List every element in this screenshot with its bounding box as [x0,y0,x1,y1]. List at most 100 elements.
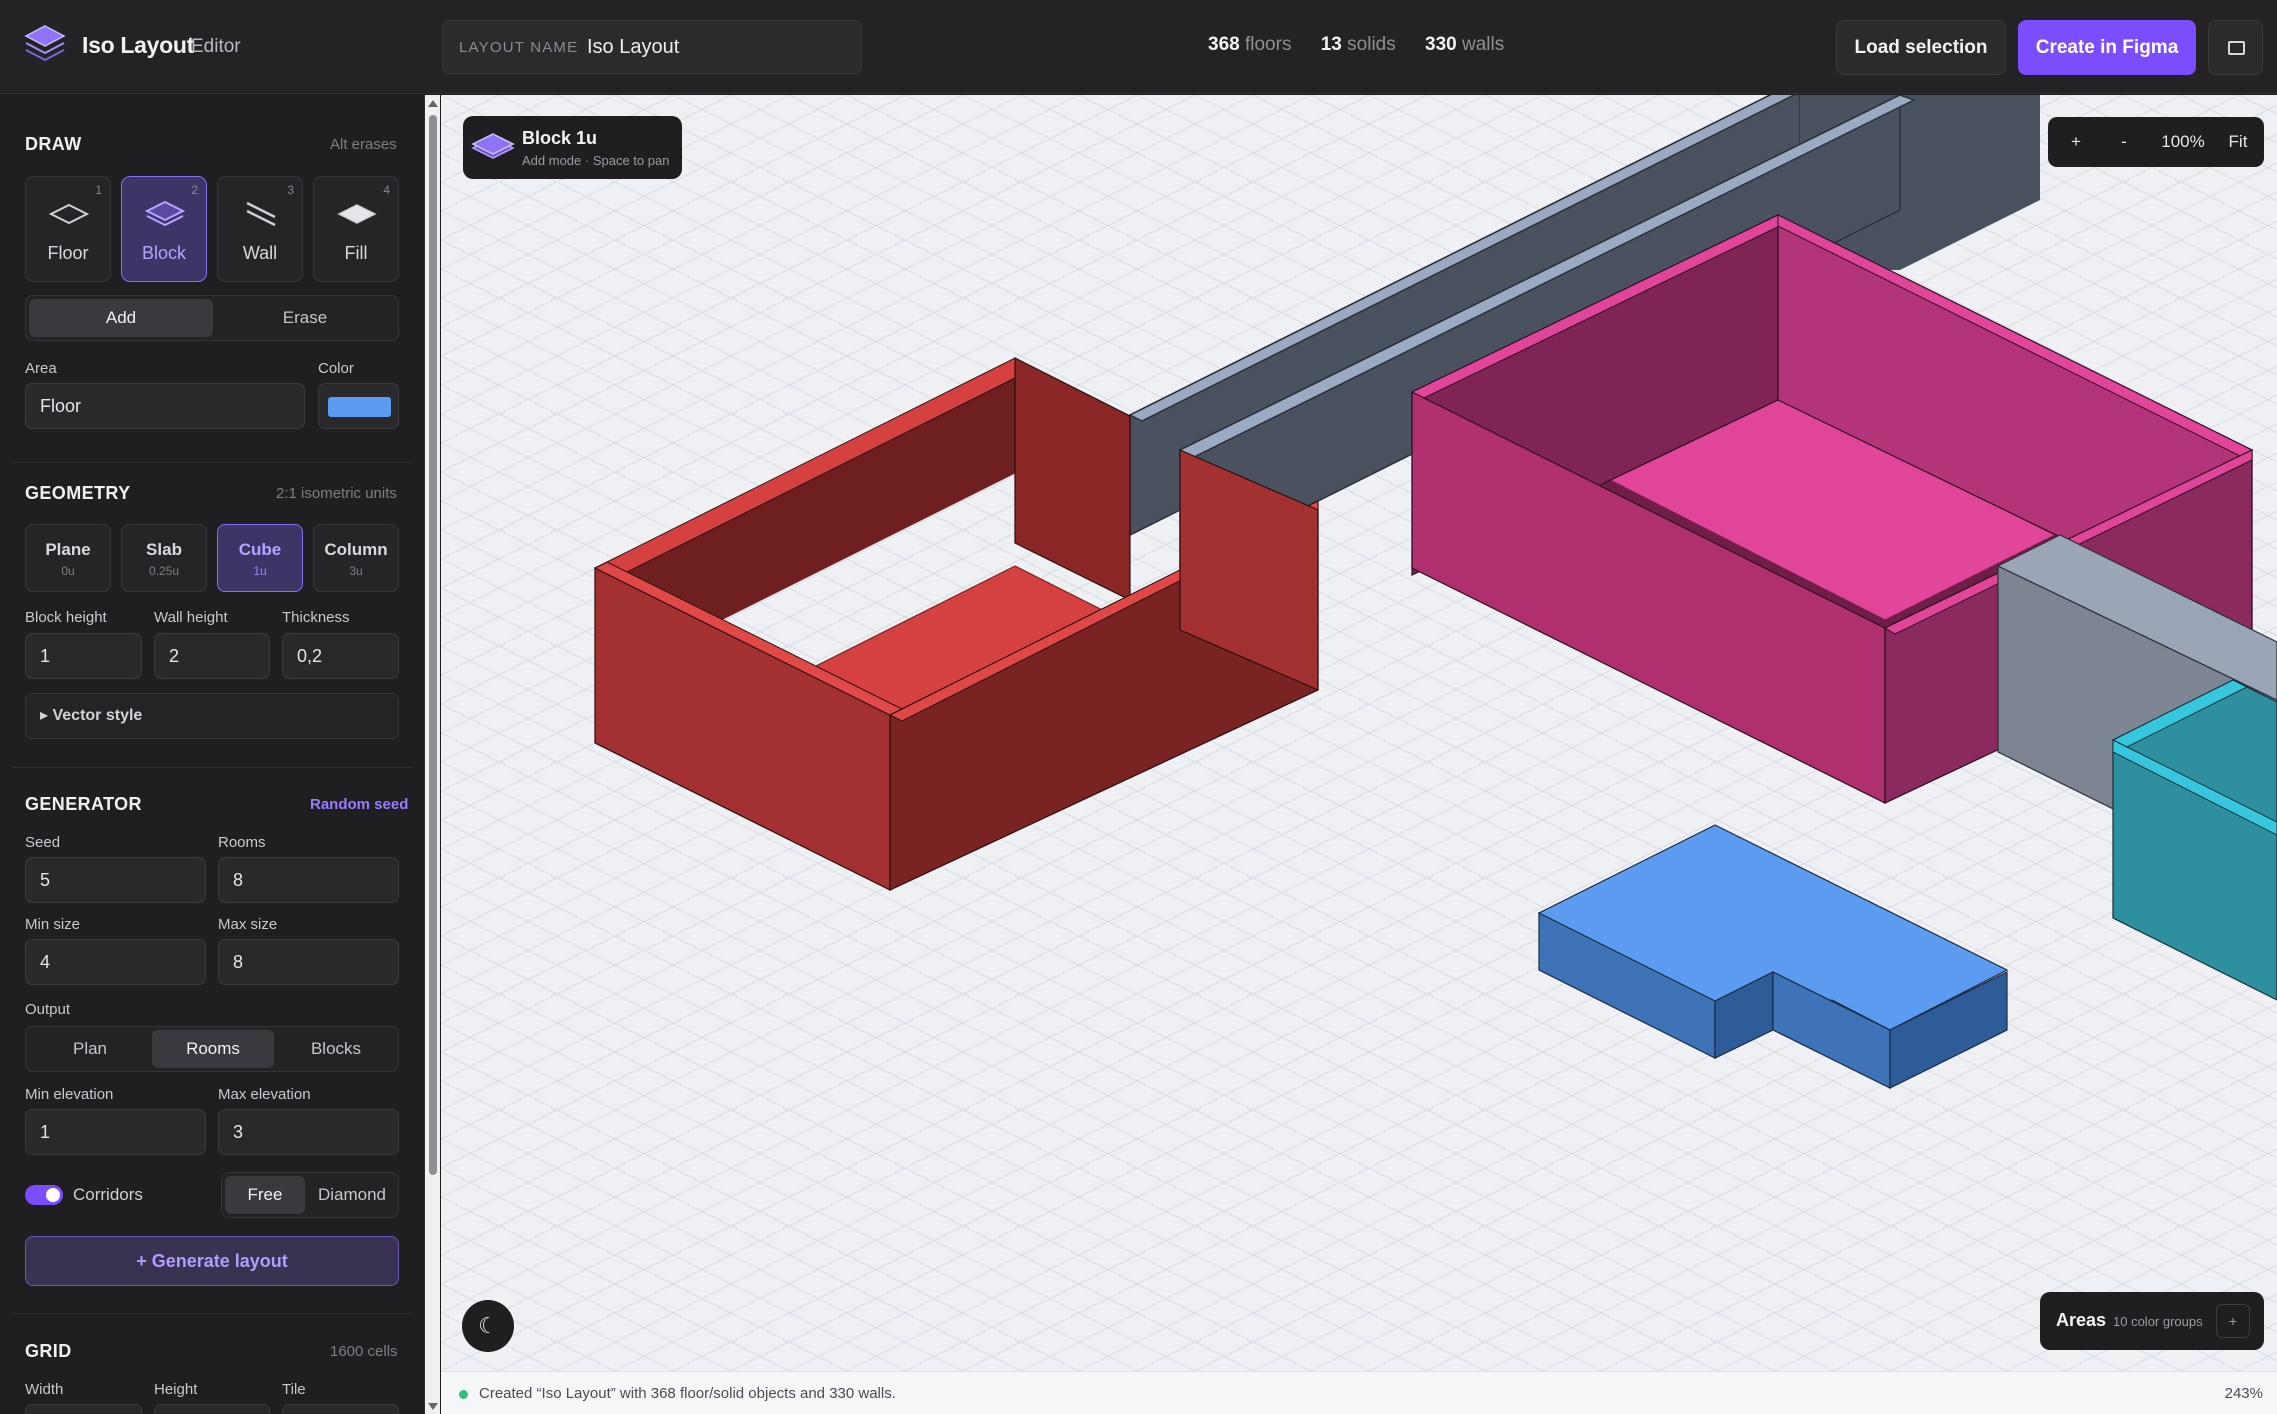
corridors-label: Corridors [73,1185,143,1204]
color-picker[interactable] [318,383,399,429]
layout-name-label: LAYOUT NAME [459,39,579,56]
area-select[interactable]: Floor [25,383,305,429]
zoom-in-button[interactable]: + [2058,117,2094,167]
block-height-input[interactable]: 1 [25,633,142,679]
block-icon [471,133,515,159]
geo-column[interactable]: Column 3u [313,524,399,592]
tool-wall-shortcut: 3 [287,183,294,197]
layout-name-input[interactable]: Iso Layout [587,36,679,59]
output-label: Output [25,1001,71,1018]
tool-fill-label: Fill [344,243,368,263]
min-elevation-label: Min elevation [25,1086,114,1103]
top-bar: Iso Layout Editor LAYOUT NAME Iso Layout… [0,0,2277,94]
tool-wall[interactable]: 3 Wall [217,176,303,282]
rooms-label: Rooms [218,834,266,851]
areas-panel[interactable]: Areas 10 color groups + [2040,1292,2264,1350]
corridor-mode-toggle: Free Diamond [221,1172,399,1218]
floor-icon [49,203,89,225]
output-toggle: Plan Rooms Blocks [25,1026,399,1072]
divider [12,767,413,768]
layout-name-field[interactable]: LAYOUT NAME Iso Layout [442,20,862,74]
random-seed-link[interactable]: Random seed [310,796,408,813]
corridor-free[interactable]: Free [225,1176,305,1214]
scroll-up-arrow[interactable] [428,100,438,107]
grid-title: GRID [25,1341,72,1361]
wall-height-input[interactable]: 2 [154,633,270,679]
grid-width-input[interactable] [25,1404,142,1414]
status-indicator [459,1390,468,1399]
draw-hint: Alt erases [330,136,397,153]
badge-title: Block 1u [522,128,598,148]
mode-add[interactable]: Add [29,299,213,337]
grid-tile-input[interactable] [282,1404,399,1414]
stat-walls: 330 walls [1425,34,1505,55]
generate-layout-button[interactable]: + Generate layout [25,1236,399,1286]
geometry-hint: 2:1 isometric units [276,485,397,502]
panel-toggle-button[interactable] [2208,20,2263,75]
seed-input[interactable]: 5 [25,857,206,903]
block-height-label: Block height [25,609,107,626]
color-swatch [328,397,391,417]
tool-fill-shortcut: 4 [383,183,390,197]
output-rooms[interactable]: Rooms [152,1030,274,1068]
grid-hint: 1600 cells [330,1343,398,1360]
max-size-input[interactable]: 8 [218,939,399,985]
tool-block-label: Block [141,243,186,263]
seed-label: Seed [25,834,61,851]
areas-expand-button[interactable]: + [2216,1304,2250,1338]
geo-slab-label: Slab [146,540,182,559]
iso-canvas[interactable] [441,95,2277,1371]
create-in-figma-button[interactable]: Create in Figma [2018,20,2196,75]
tool-floor[interactable]: 1 Floor [25,176,111,282]
output-blocks[interactable]: Blocks [275,1030,397,1068]
output-plan[interactable]: Plan [29,1030,151,1068]
app-title: Iso Layout [82,32,195,58]
stats-summary: 368 floors 13 solids 330 walls [1208,34,1528,56]
tool-block[interactable]: 2 Block [121,176,207,282]
geo-plane[interactable]: Plane 0u [25,524,111,592]
iso-scene[interactable] [441,95,2277,1371]
areas-subtitle: 10 color groups [2113,1314,2203,1329]
fit-button[interactable]: Fit [2218,117,2258,167]
corridors-toggle[interactable] [25,1185,63,1205]
block-icon [145,200,185,227]
tool-block-shortcut: 2 [191,183,198,197]
fill-icon [337,204,377,224]
draw-mode-toggle: Add Erase [25,295,399,341]
badge-subtitle: Add mode · Space to pan [522,153,670,168]
load-selection-button[interactable]: Load selection [1836,20,2006,75]
layers-icon [24,25,66,62]
corridor-diamond[interactable]: Diamond [307,1176,397,1214]
mode-erase[interactable]: Erase [213,299,397,337]
zoom-out-button[interactable]: - [2106,117,2142,167]
thickness-label: Thickness [282,609,350,626]
divider [12,1313,413,1314]
grid-height-input[interactable] [154,1404,270,1414]
geo-cube[interactable]: Cube 1u [217,524,303,592]
tool-wall-label: Wall [242,243,278,263]
grid-width-label: Width [25,1381,64,1398]
geo-cube-label: Cube [238,540,282,559]
scroll-down-arrow[interactable] [428,1403,438,1410]
thickness-input[interactable]: 0,2 [282,633,399,679]
tool-fill[interactable]: 4 Fill [313,176,399,282]
wall-height-label: Wall height [154,609,228,626]
max-elevation-label: Max elevation [218,1086,311,1103]
app-subtitle: Editor [191,36,241,57]
rooms-input[interactable]: 8 [218,857,399,903]
divider [12,462,413,463]
geo-slab[interactable]: Slab 0.25u [121,524,207,592]
min-elevation-input[interactable]: 1 [25,1109,206,1155]
grid-height-label: Height [154,1381,198,1398]
min-size-input[interactable]: 4 [25,939,206,985]
max-elevation-input[interactable]: 3 [218,1109,399,1155]
area-label: Area [25,360,57,377]
tool-floor-label: Floor [47,243,89,263]
sidebar-scroll-thumb[interactable] [429,115,437,1175]
grid-tile-label: Tile [282,1381,306,1398]
zoom-level[interactable]: 100% [2152,117,2214,167]
vector-style-disclosure[interactable]: ▸ Vector style [25,693,399,739]
geo-plane-unit: 0u [61,564,75,578]
theme-toggle-button[interactable]: ☾ [462,1300,514,1352]
geo-column-unit: 3u [349,564,363,578]
